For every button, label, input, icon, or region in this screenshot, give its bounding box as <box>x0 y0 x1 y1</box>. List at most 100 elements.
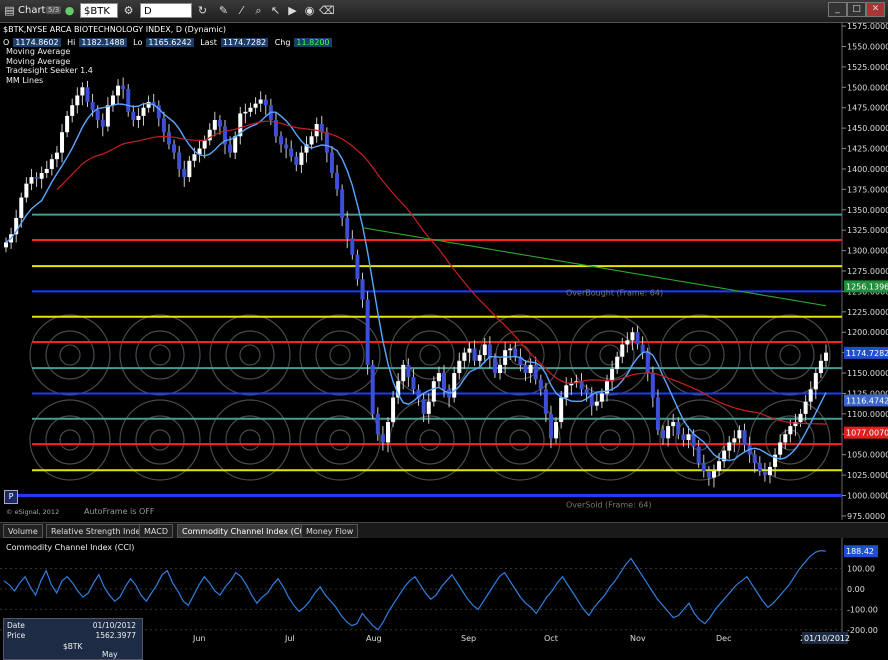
ring <box>225 330 275 380</box>
study-moving-average-1[interactable]: Moving Average <box>6 47 93 57</box>
candle-body <box>676 422 681 435</box>
candle-body <box>406 364 411 378</box>
low-label: Lo <box>133 38 143 47</box>
tab-cci[interactable]: Commodity Channel Index (CCI) <box>177 524 316 538</box>
ring <box>29 399 111 481</box>
ring <box>509 429 531 451</box>
candle-body <box>548 413 553 439</box>
tab-macd[interactable]: MACD <box>139 524 173 538</box>
candle-body <box>375 413 380 435</box>
ring <box>315 330 365 380</box>
study-tradesight-seeker[interactable]: Tradesight Seeker 1.4 <box>6 66 93 76</box>
candle-body <box>615 356 620 369</box>
price-chart-panel[interactable]: 1575.0000 1550.0000 1525.0000 1500.0000 1475… <box>0 22 888 520</box>
cursor-info-box: Date 01/10/2012 Price 1562.3977 $BTK May <box>3 618 143 660</box>
symbol-settings-icon[interactable]: ⚙ <box>121 3 136 18</box>
candle-body <box>513 348 518 357</box>
candle-body <box>798 413 803 423</box>
candle-body <box>554 422 559 439</box>
play-icon[interactable]: ▶ <box>285 3 300 18</box>
y-tick-label: 1325.0000 <box>847 226 888 235</box>
price-chart[interactable]: 1575.0000 1550.0000 1525.0000 1500.0000 1475… <box>0 22 888 520</box>
candle-body <box>391 397 396 423</box>
candle-body <box>767 466 772 476</box>
candle-body <box>717 461 722 472</box>
ring <box>495 415 545 465</box>
ring <box>585 415 635 465</box>
price-label-text: 1256.1396 <box>846 282 888 291</box>
ring <box>225 415 275 465</box>
ring <box>599 429 621 451</box>
tab-volume[interactable]: Volume <box>3 524 43 538</box>
eraser-icon[interactable]: ⌫ <box>319 3 335 18</box>
candle-body <box>233 136 238 153</box>
candle-body <box>289 148 294 157</box>
candle-body <box>60 132 65 153</box>
candle-body <box>80 87 85 96</box>
ring <box>659 314 741 396</box>
x-tick-label: Sep <box>461 634 476 643</box>
candle-body <box>533 364 538 380</box>
candle-body <box>691 434 696 447</box>
candle-body <box>421 399 426 414</box>
cursor-icon[interactable]: ↖ <box>268 3 283 18</box>
candle-body <box>824 352 828 361</box>
candle-body <box>610 368 615 382</box>
study-moving-average-2[interactable]: Moving Average <box>6 57 93 67</box>
ring <box>585 330 635 380</box>
last-label: Last <box>200 38 217 47</box>
y-tick-label: 1000.0000 <box>847 492 888 501</box>
refresh-icon[interactable]: ↻ <box>195 3 210 18</box>
candle-body <box>788 426 793 435</box>
draw-line-icon[interactable]: ⁄ <box>234 3 249 18</box>
last-value: 1174.7282 <box>220 38 269 47</box>
candle-body <box>54 152 59 160</box>
candle-body <box>462 352 467 361</box>
candle-body <box>90 102 95 111</box>
ring <box>569 399 651 481</box>
ring <box>45 330 95 380</box>
study-mm-lines[interactable]: MM Lines <box>6 76 93 86</box>
candle-body <box>579 381 584 390</box>
restore-button[interactable]: □ <box>847 2 866 17</box>
candle-body <box>538 379 543 390</box>
candle-body <box>401 364 406 382</box>
candle-body <box>706 471 711 478</box>
candle-body <box>182 168 187 178</box>
overbought-label: OverBought (Frame: 64) <box>566 288 663 297</box>
ring <box>119 314 201 396</box>
minimize-button[interactable]: _ <box>828 2 847 17</box>
candle-body <box>44 168 49 174</box>
candle-body <box>131 111 136 120</box>
record-icon[interactable]: ◉ <box>302 3 317 18</box>
link-icon[interactable]: ● <box>62 3 77 18</box>
candle-body <box>650 373 655 398</box>
candle-body <box>39 173 44 179</box>
y-tick-label: 1550.0000 <box>847 42 888 51</box>
candle-body <box>212 119 217 130</box>
y-tick-label: 1425.0000 <box>847 145 888 154</box>
candle-body <box>803 401 808 414</box>
candle-body <box>508 348 513 351</box>
candle-body <box>671 422 676 427</box>
draw-pencil-icon[interactable]: ✎ <box>216 3 231 18</box>
tab-rsi[interactable]: Relative Strength Index <box>46 524 150 538</box>
interval-input[interactable]: D <box>140 3 192 18</box>
zoom-icon[interactable]: ⌕ <box>251 3 266 18</box>
candle-body <box>492 358 497 374</box>
candle-body <box>701 462 706 472</box>
tab-money-flow[interactable]: Money Flow <box>301 524 359 538</box>
candle-body <box>630 332 635 341</box>
close-button[interactable]: ✕ <box>866 2 885 17</box>
candle-body <box>498 364 503 374</box>
p-button[interactable]: P <box>4 490 18 504</box>
candle-body <box>543 389 548 414</box>
symbol-input[interactable]: $BTK <box>80 3 118 18</box>
high-value: 1182.1488 <box>79 38 127 47</box>
y-tick-label: 1450.0000 <box>847 124 888 133</box>
y-tick-label: 1200.0000 <box>847 328 888 337</box>
candle-body <box>166 132 171 145</box>
candle-body <box>696 446 701 463</box>
cci-tick-label: -200.00 <box>847 626 878 635</box>
candle-body <box>808 389 813 402</box>
